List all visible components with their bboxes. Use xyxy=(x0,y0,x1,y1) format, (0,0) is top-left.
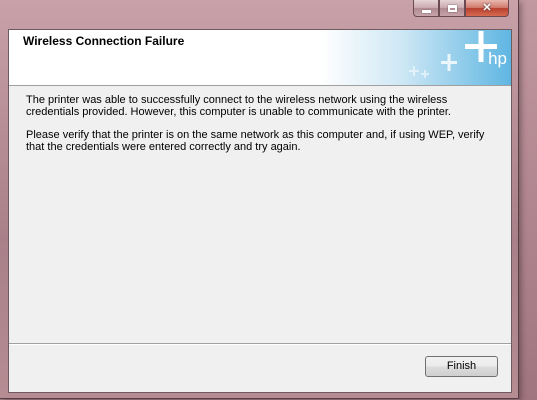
maximize-button[interactable] xyxy=(439,0,465,17)
close-icon: ✕ xyxy=(482,1,492,14)
minimize-icon xyxy=(421,9,431,13)
minimize-button[interactable] xyxy=(413,0,439,17)
caption-buttons: ✕ xyxy=(413,0,509,18)
maximize-icon xyxy=(447,4,457,12)
close-button[interactable]: ✕ xyxy=(465,0,509,17)
page-title: Wireless Connection Failure xyxy=(23,34,185,48)
wizard-header: Wireless Connection Failure hp xyxy=(9,30,511,86)
message-paragraph-1: The printer was able to successfully con… xyxy=(26,94,451,118)
window-title-bar[interactable]: ✕ xyxy=(0,0,518,22)
dialog-client-area: Wireless Connection Failure hp The print… xyxy=(8,29,512,393)
desktop-background xyxy=(519,0,537,400)
hp-logo-text: hp xyxy=(488,49,507,68)
message-body: The printer was able to successfully con… xyxy=(26,94,496,164)
finish-button[interactable]: Finish xyxy=(425,356,498,377)
message-paragraph-2: Please verify that the printer is on the… xyxy=(26,129,485,153)
dialog-window: ✕ Wireless Connection Failure hp The pri… xyxy=(0,0,519,399)
footer-separator xyxy=(9,343,511,345)
